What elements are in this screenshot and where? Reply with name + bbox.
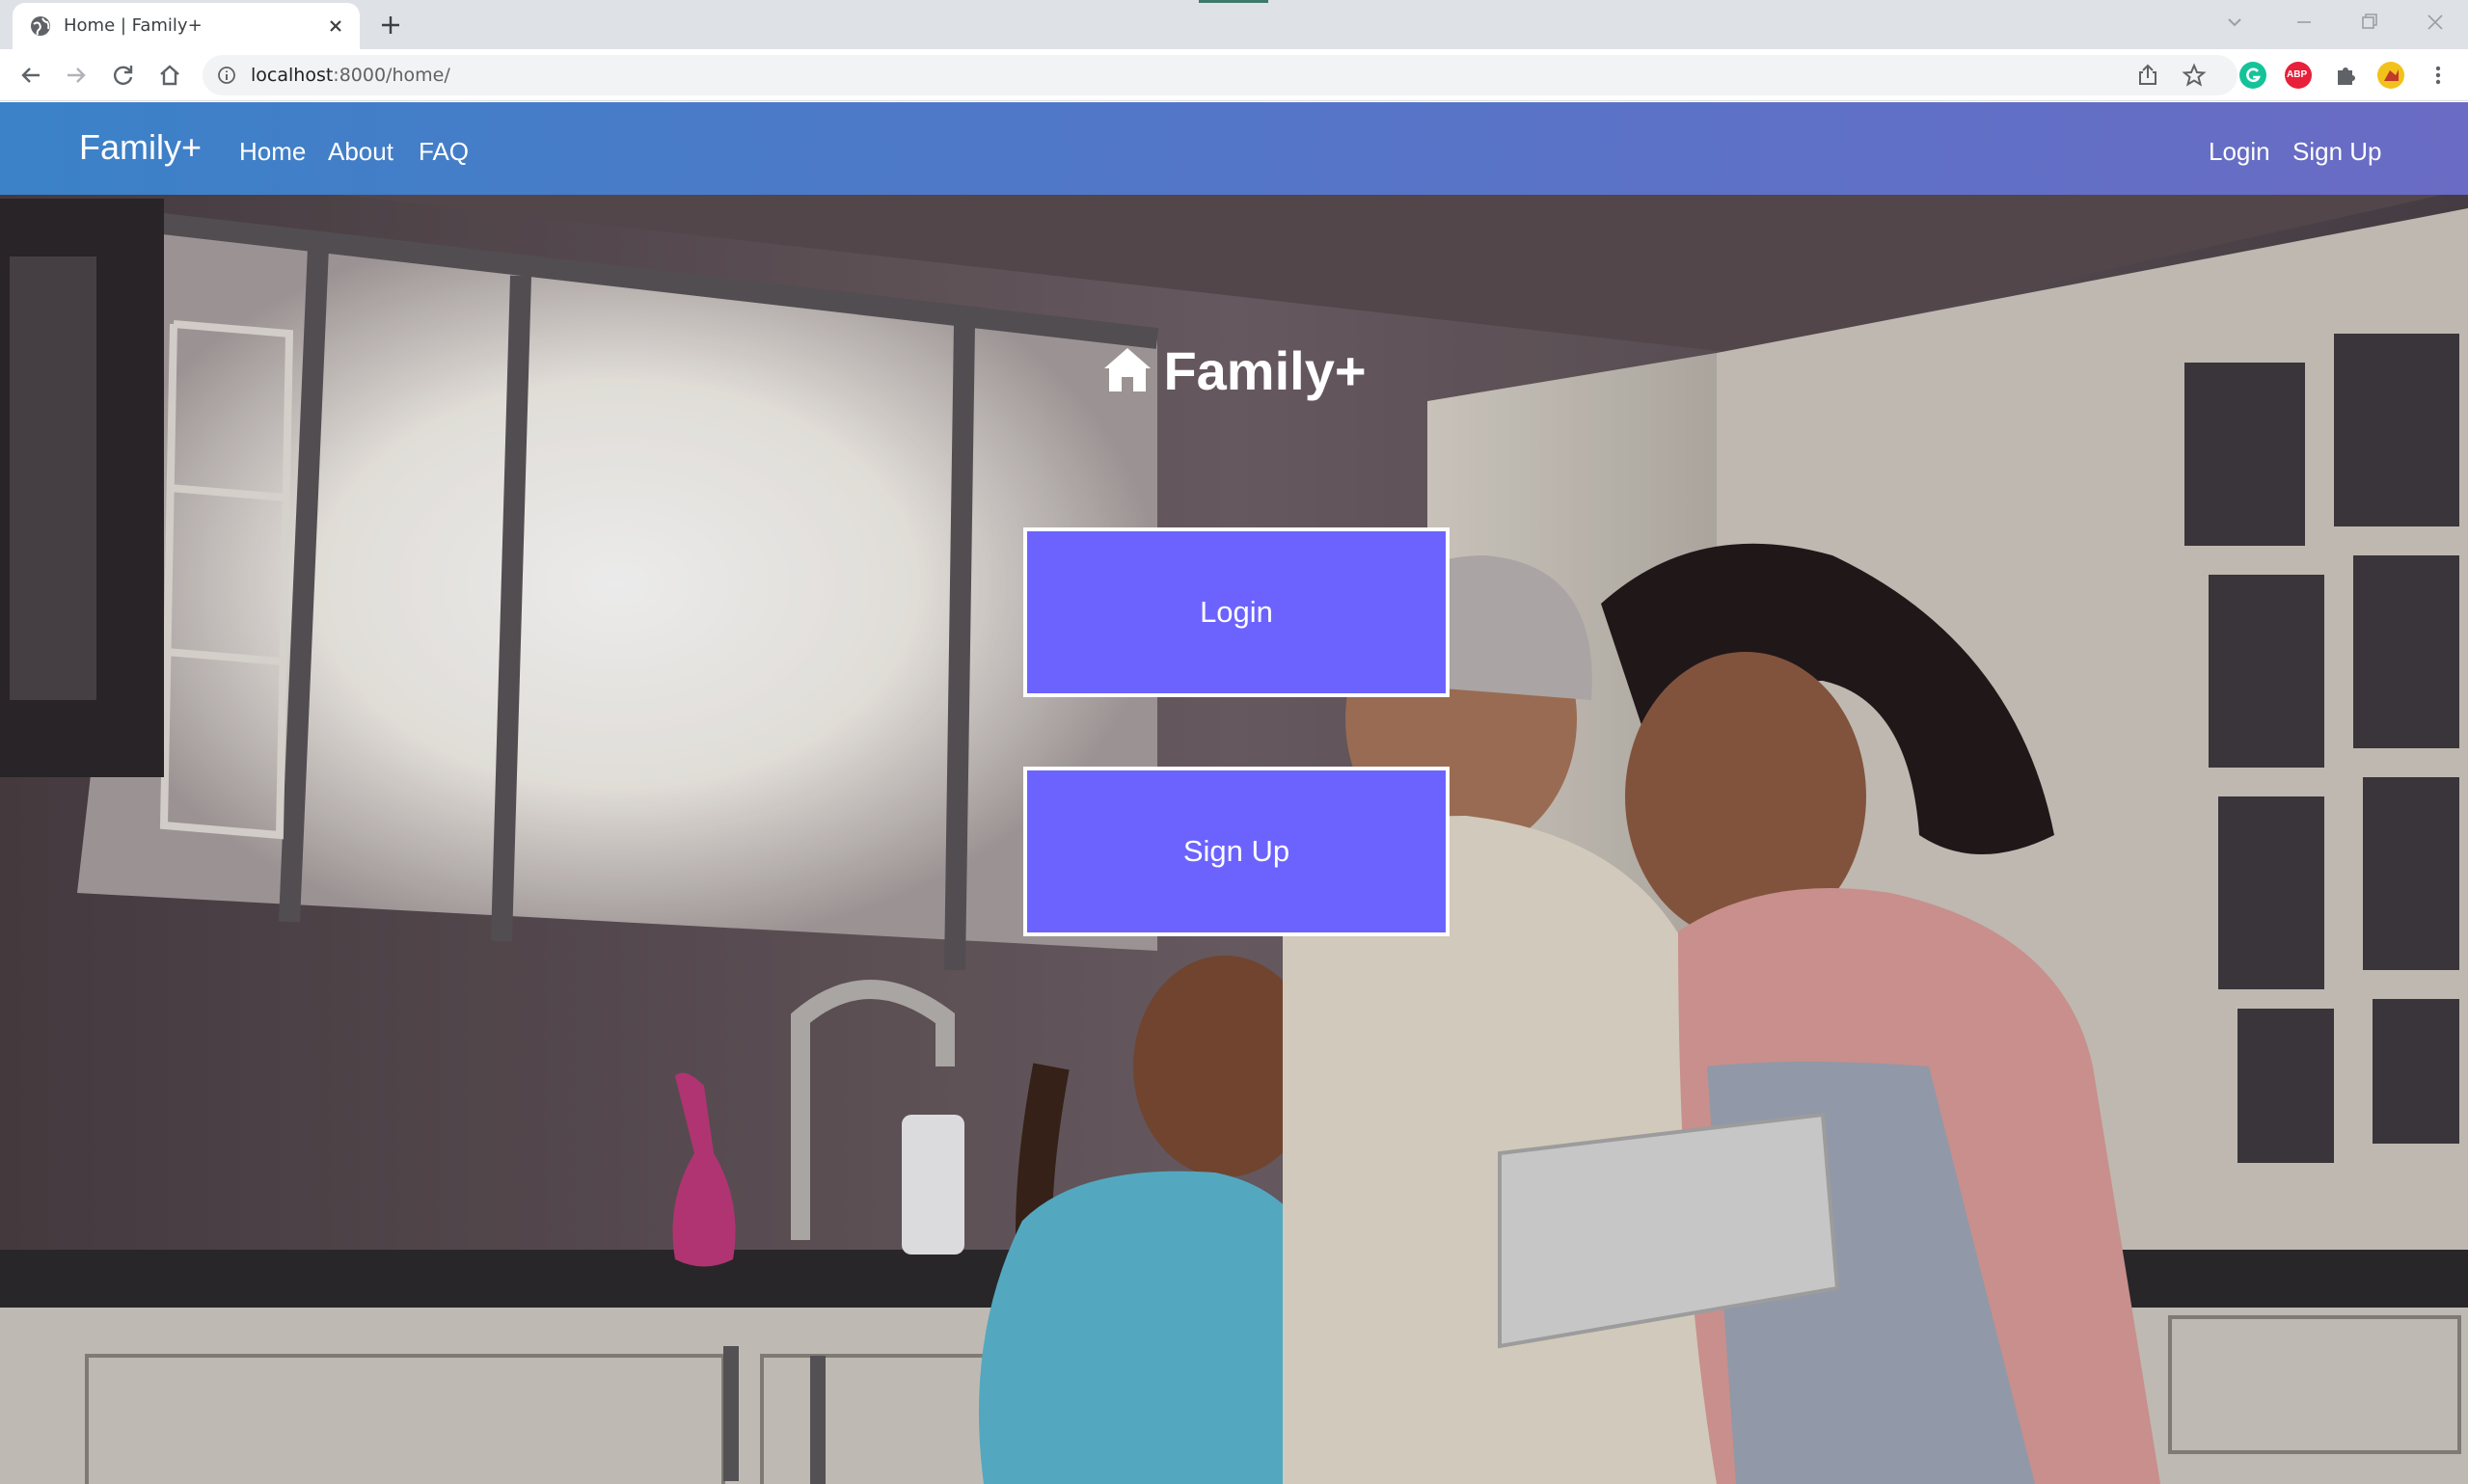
- nav-about-link[interactable]: About: [328, 137, 393, 167]
- nav-signup-link[interactable]: Sign Up: [2292, 137, 2382, 167]
- hero-title: Family+: [0, 339, 2468, 402]
- globe-icon: [31, 16, 50, 36]
- url-text: localhost:8000/home/: [251, 65, 450, 86]
- tab-title: Home | Family+: [64, 15, 203, 36]
- bookmark-star-icon[interactable]: [2180, 61, 2209, 90]
- brand-logo-link[interactable]: Family+: [79, 127, 202, 168]
- forward-icon[interactable]: [62, 61, 91, 90]
- window-close-icon[interactable]: [2421, 8, 2450, 37]
- window-accent: [1199, 0, 1268, 3]
- home-icon[interactable]: [155, 61, 184, 90]
- profile-avatar-icon[interactable]: [2377, 62, 2404, 89]
- reload-icon[interactable]: [109, 61, 138, 90]
- browser-tabstrip: Home | Family+: [0, 0, 2468, 49]
- close-icon[interactable]: [323, 13, 348, 39]
- minimize-icon[interactable]: [2290, 8, 2319, 37]
- site-navbar: Family+ Home About FAQ Login Sign Up: [0, 102, 2468, 195]
- menu-kebab-icon[interactable]: [2424, 61, 2453, 90]
- hero-signup-button[interactable]: Sign Up: [1023, 767, 1450, 936]
- nav-login-link[interactable]: Login: [2209, 137, 2270, 167]
- hero-title-text: Family+: [1163, 340, 1367, 401]
- restore-icon[interactable]: [2355, 8, 2384, 37]
- browser-toolbar: localhost:8000/home/ ABP: [0, 49, 2468, 101]
- back-icon[interactable]: [16, 61, 45, 90]
- address-bar[interactable]: localhost:8000/home/: [203, 55, 2237, 95]
- abp-label: ABP: [2287, 69, 2308, 80]
- nav-faq-link[interactable]: FAQ: [419, 137, 469, 167]
- share-icon[interactable]: [2133, 61, 2162, 90]
- page-viewport: Family+ Home About FAQ Login Sign Up Fam…: [0, 102, 2468, 1484]
- house-icon: [1104, 348, 1152, 391]
- puzzle-extensions-icon[interactable]: [2332, 62, 2359, 89]
- adblock-plus-icon[interactable]: ABP: [2285, 62, 2312, 89]
- url-path: :8000/home/: [333, 65, 450, 86]
- grammarly-icon[interactable]: [2239, 62, 2266, 89]
- nav-home-link[interactable]: Home: [239, 137, 306, 167]
- new-tab-icon[interactable]: [376, 11, 405, 40]
- site-info-icon[interactable]: [217, 66, 236, 85]
- tab-search-icon[interactable]: [2220, 8, 2249, 37]
- browser-tab[interactable]: Home | Family+: [13, 3, 360, 49]
- url-host: localhost: [251, 65, 334, 86]
- hero-login-button[interactable]: Login: [1023, 527, 1450, 697]
